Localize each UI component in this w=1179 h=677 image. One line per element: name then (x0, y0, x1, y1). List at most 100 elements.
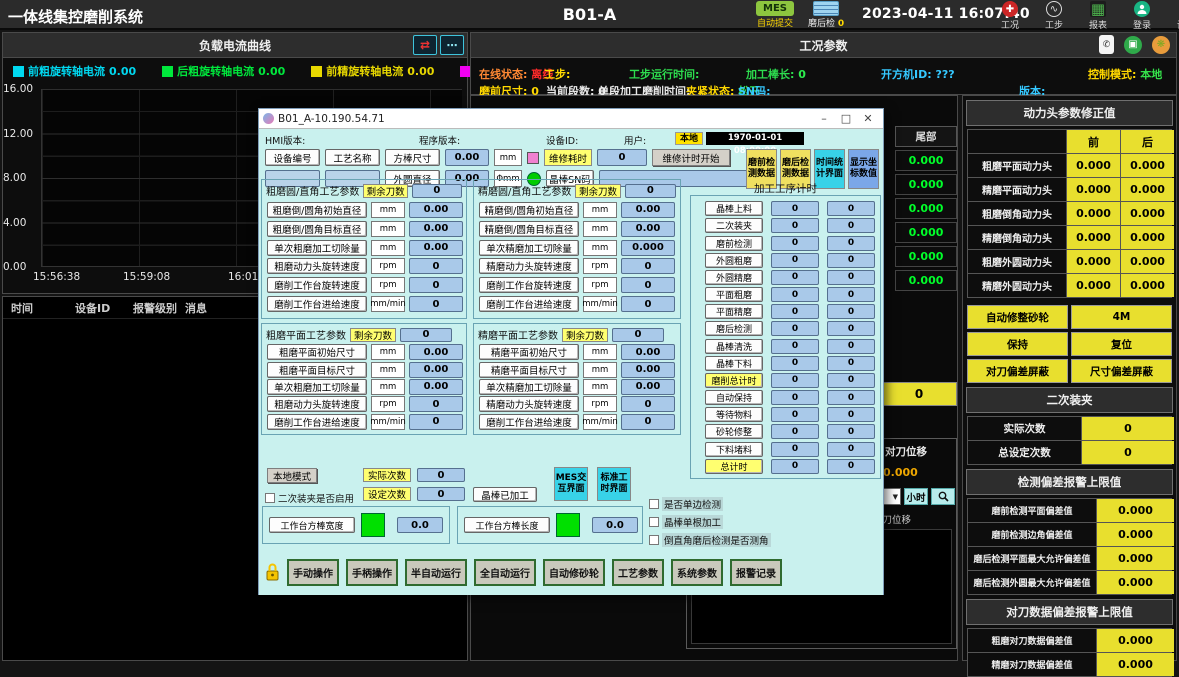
checkbox-icon[interactable] (649, 517, 659, 527)
screen-status-icon[interactable]: ▣ (1124, 36, 1142, 54)
timing-label[interactable]: 晶棒下料 (705, 356, 763, 371)
timing-label[interactable]: 总计时 (705, 459, 763, 474)
wheel-function-button[interactable]: 4M (1071, 305, 1172, 329)
dialog-nav-button[interactable]: 手柄操作 (346, 559, 398, 586)
param-label[interactable]: 单次精磨加工切除量 (479, 240, 579, 256)
param-label[interactable]: 磨削工作台进给速度 (479, 414, 579, 430)
option-checkbox[interactable]: 倒直角磨后检测是否测角 (649, 533, 771, 547)
param-value[interactable]: 0 (409, 258, 463, 274)
search-icon[interactable] (931, 488, 955, 505)
timing-label[interactable]: 外圆粗磨 (705, 253, 763, 268)
param-value[interactable]: 0 (621, 258, 675, 274)
param-value[interactable]: 0 (621, 277, 675, 293)
param-label[interactable]: 磨削工作台旋转速度 (267, 277, 367, 293)
param-label[interactable]: 精磨平面目标尺寸 (479, 362, 579, 378)
param-label[interactable]: 磨削工作台进给速度 (479, 296, 579, 312)
minimize-button[interactable]: – (813, 111, 835, 127)
param-label[interactable]: 单次粗磨加工切除量 (267, 379, 367, 395)
dialog-nav-button[interactable]: 全自动运行 (474, 559, 536, 586)
timing-label[interactable]: 磨前检测 (705, 236, 763, 251)
repair-time-field[interactable]: 0 (597, 149, 647, 166)
bar-width-label[interactable]: 工作台方棒宽度 (269, 517, 355, 533)
process-name-button[interactable]: 工艺名称 (325, 149, 380, 166)
param-label[interactable]: 精磨动力头旋转速度 (479, 396, 579, 412)
palette-icon[interactable]: ❋ (1152, 36, 1170, 54)
timing-label[interactable]: 晶棒清洗 (705, 339, 763, 354)
dialog-nav-button[interactable]: 手动操作 (287, 559, 339, 586)
ingot-processed-button[interactable]: 晶棒已加工 (473, 487, 537, 502)
param-value[interactable]: 0 (621, 414, 675, 430)
after-grind-check-button[interactable]: 磨后检 0 (808, 1, 844, 29)
device-number-button[interactable]: 设备编号 (265, 149, 320, 166)
repair-timer-start-button[interactable]: 维修计时开始 (652, 149, 730, 166)
param-value[interactable]: 0.00 (409, 240, 463, 256)
close-button[interactable]: ✕ (857, 111, 879, 127)
param-value[interactable]: 0.00 (621, 344, 675, 360)
param-value[interactable]: 0.00 (621, 221, 675, 237)
param-label[interactable]: 粗磨平面目标尺寸 (267, 362, 367, 378)
top-nav-item[interactable]: ⚙ 设置 (1171, 1, 1179, 31)
top-nav-item[interactable]: 登录 (1127, 1, 1157, 31)
time-range-dropdown[interactable]: ▼ (883, 488, 901, 505)
timing-label[interactable]: 外圆精磨 (705, 270, 763, 285)
checkbox-icon[interactable] (649, 499, 659, 509)
timing-label[interactable]: 平面精磨 (705, 304, 763, 319)
param-value[interactable]: 0 (409, 277, 463, 293)
top-nav-item[interactable]: ▦ 报表 (1083, 1, 1113, 31)
mes-submit-button[interactable]: MES 自动提交 (756, 1, 794, 29)
bar-size-field[interactable]: 0.00 (445, 149, 489, 166)
dialog-nav-button[interactable]: 半自动运行 (405, 559, 467, 586)
timing-label[interactable]: 磨后检测 (705, 321, 763, 336)
checkbox-icon[interactable] (649, 535, 659, 545)
param-label[interactable]: 粗磨倒/圆角初始直径 (267, 202, 367, 218)
param-label[interactable]: 磨削工作台旋转速度 (479, 277, 579, 293)
param-label[interactable]: 精磨倒/圆角目标直径 (479, 221, 579, 237)
timing-label[interactable]: 平面粗磨 (705, 287, 763, 302)
dialog-nav-button[interactable]: 工艺参数 (612, 559, 664, 586)
handheld-device-icon[interactable]: ✆ (1099, 35, 1114, 54)
param-label[interactable]: 单次粗磨加工切除量 (267, 240, 367, 256)
param-value[interactable]: 0 (621, 296, 675, 312)
top-nav-item[interactable]: ∿ 工步 (1039, 1, 1069, 31)
param-value[interactable]: 0 (621, 396, 675, 412)
wheel-function-button[interactable]: 对刀偏差屏蔽 (967, 359, 1068, 383)
param-label[interactable]: 粗磨动力头旋转速度 (267, 258, 367, 274)
param-label[interactable]: 精磨平面初始尺寸 (479, 344, 579, 360)
dialog-nav-button[interactable]: 自动修砂轮 (543, 559, 605, 586)
timing-label[interactable]: 晶棒上料 (705, 201, 763, 216)
wheel-function-button[interactable]: 自动修整砂轮 (967, 305, 1068, 329)
chart-comment-icon[interactable]: ⋯ (440, 35, 464, 55)
top-nav-item[interactable]: ✚ 工况 (995, 1, 1025, 31)
param-label[interactable]: 粗磨倒/圆角目标直径 (267, 221, 367, 237)
option-checkbox[interactable]: 是否单边检测 (649, 497, 771, 511)
param-label[interactable]: 精磨动力头旋转速度 (479, 258, 579, 274)
bar-length-value[interactable]: 0.0 (592, 517, 638, 533)
local-mode-button[interactable]: 本地模式 (267, 468, 317, 483)
remaining-knives-value[interactable]: 0 (612, 328, 664, 342)
param-value[interactable]: 0 (409, 396, 463, 412)
param-value[interactable]: 0.00 (621, 362, 675, 378)
param-label[interactable]: 粗磨动力头旋转速度 (267, 396, 367, 412)
bar-size-button[interactable]: 方棒尺寸 (385, 149, 440, 166)
remaining-knives-value[interactable]: 0 (400, 328, 452, 342)
maximize-button[interactable]: □ (835, 111, 857, 127)
param-value[interactable]: 0.00 (409, 344, 463, 360)
option-checkbox[interactable]: 晶棒单根加工 (649, 515, 771, 529)
timing-label[interactable]: 下料堵料 (705, 442, 763, 457)
param-label[interactable]: 单次精磨加工切除量 (479, 379, 579, 395)
clamp-enable-checkbox[interactable]: 二次装夹是否启用 (265, 491, 354, 505)
param-label[interactable]: 磨削工作台进给速度 (267, 296, 367, 312)
actual-count-value[interactable]: 0 (417, 468, 465, 482)
param-value[interactable]: 0.00 (409, 221, 463, 237)
dialog-nav-button[interactable]: 报警记录 (730, 559, 782, 586)
timing-label[interactable]: 砂轮修整 (705, 424, 763, 439)
param-value[interactable]: 0.00 (409, 362, 463, 378)
timing-label[interactable]: 磨削总计时 (705, 373, 763, 388)
param-value[interactable]: 0.00 (409, 202, 463, 218)
bar-width-value[interactable]: 0.0 (397, 517, 443, 533)
wheel-function-button[interactable]: 保持 (967, 332, 1068, 356)
dialog-nav-button[interactable]: 系统参数 (671, 559, 723, 586)
wheel-function-button[interactable]: 尺寸偏差屏蔽 (1071, 359, 1172, 383)
param-label[interactable]: 精磨倒/圆角初始直径 (479, 202, 579, 218)
dialog-titlebar[interactable]: B01_A-10.190.54.71 – □ ✕ (259, 109, 883, 129)
